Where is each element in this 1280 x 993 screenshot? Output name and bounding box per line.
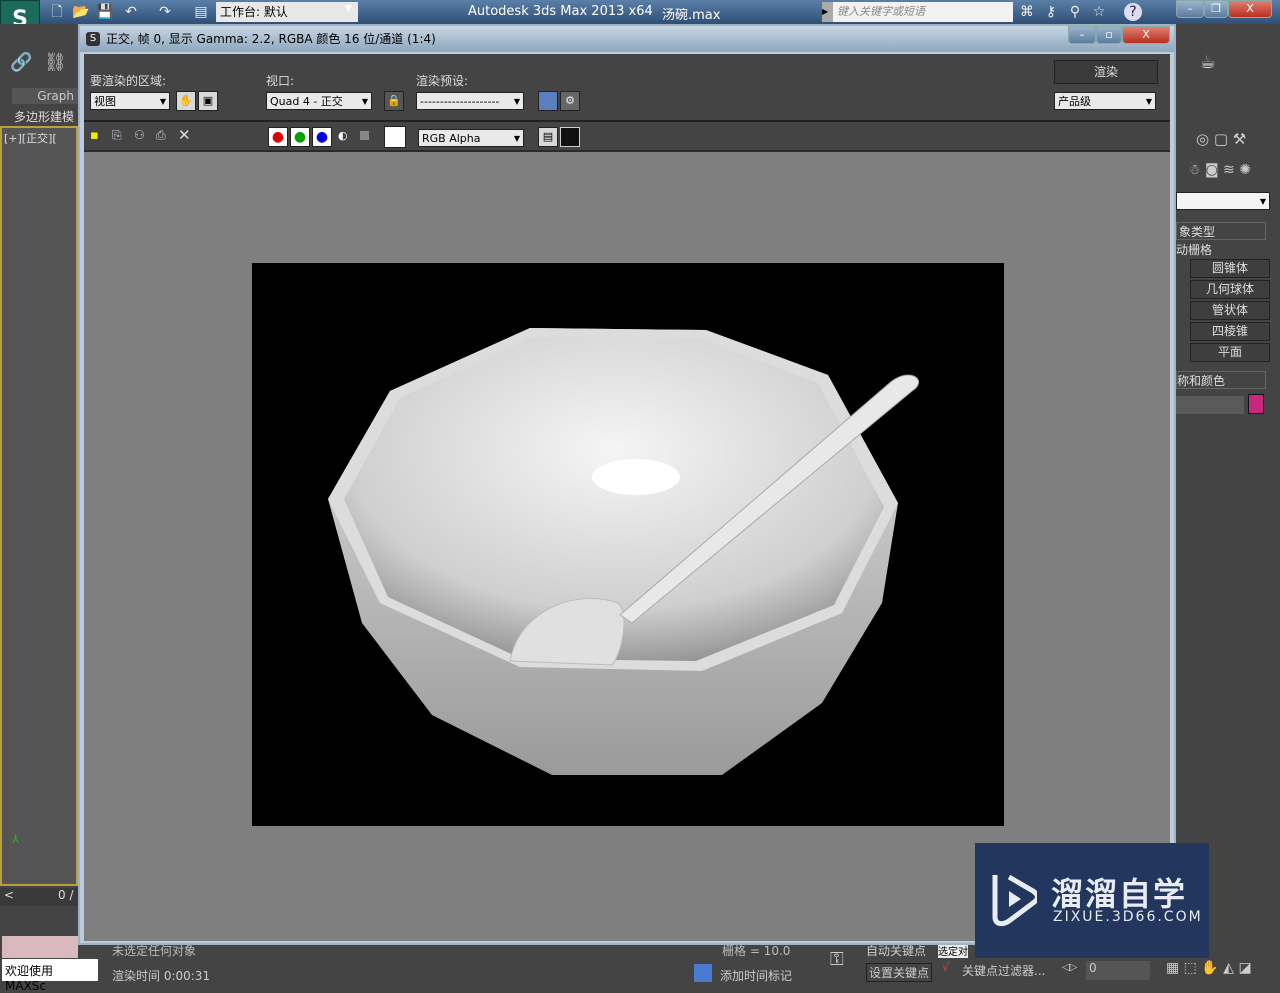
alpha-channel-icon[interactable]: ◐ — [338, 129, 348, 142]
tube-button[interactable]: 管状体 — [1190, 301, 1270, 320]
object-color-swatch[interactable] — [1248, 394, 1264, 414]
search-input[interactable]: 键入关键字或短语 — [833, 2, 1013, 22]
star-icon[interactable]: ☆ — [1090, 3, 1108, 21]
display-icon[interactable]: ◎ ▢ ⚒ — [1196, 130, 1246, 148]
swatch[interactable] — [384, 126, 406, 148]
auto-region-icon[interactable]: ▣ — [198, 91, 218, 111]
autogrid-label[interactable]: 动栅格 — [1176, 241, 1212, 258]
status-bar: 未选定任何对象 渲染时间 0:00:31 添加时间标记 栅格 = 10.0 ⚿ … — [100, 943, 975, 984]
maximize-button[interactable]: ❐ — [1204, 0, 1228, 18]
go-to-frame-icon[interactable]: ◁▷ — [1062, 962, 1077, 973]
command-panel: ☕ ◎ ▢ ⚒ ☃ ◙ ≋ ✺ 象类型 动栅格 圆锥体 几何球体 管状体 四棱锥… — [1176, 40, 1280, 940]
unlink-icon[interactable]: ⛓ — [44, 52, 67, 73]
axis-gizmo-icon: ⅄ — [12, 832, 20, 846]
set-key-button[interactable]: 设置关键点 — [866, 963, 933, 982]
render-window-title: 正交, 帧 0, 显示 Gamma: 2.2, RGBA 颜色 16 位/通道 … — [80, 26, 1174, 52]
key-filters-button[interactable]: 关键点过滤器... — [962, 962, 1045, 979]
binoculars-icon[interactable]: ⌘ — [1018, 3, 1036, 21]
copy-image-icon[interactable]: ⎘ — [112, 128, 122, 143]
lock-icon[interactable]: 🔒 — [384, 91, 404, 111]
quality-dropdown[interactable]: 产品级 — [1054, 92, 1156, 111]
workspace-dropdown[interactable]: 工作台: 默认 — [216, 2, 358, 22]
curve-editor-icon[interactable]: √ — [942, 960, 950, 974]
area-label: 要渲染的区域: — [90, 74, 167, 88]
redo-icon[interactable]: ↷ — [156, 3, 174, 21]
link-icon[interactable]: 🔗 — [10, 52, 32, 73]
clone-window-icon[interactable]: ⚇ — [134, 128, 145, 142]
environment-icon[interactable]: ⚙ — [560, 91, 580, 111]
satellite-icon[interactable]: ⚲ — [1066, 3, 1084, 21]
render-setup-icon[interactable] — [538, 91, 558, 111]
play-logo-icon — [992, 874, 1037, 927]
red-channel-toggle[interactable]: ● — [268, 127, 288, 147]
area-dropdown[interactable]: 视图 — [90, 92, 170, 111]
monochrome-icon[interactable] — [360, 131, 369, 140]
object-type-rollout[interactable]: 象类型 — [1176, 222, 1266, 240]
close-button[interactable]: X — [1228, 0, 1272, 18]
clear-icon[interactable]: ✕ — [178, 126, 191, 144]
save-image-icon[interactable]: ▪ — [90, 128, 99, 143]
frame-input[interactable]: 0 — [1086, 961, 1150, 980]
minimize-button[interactable]: – — [1176, 0, 1204, 18]
render-minimize-button[interactable]: – — [1068, 26, 1096, 44]
viewport-dropdown[interactable]: Quad 4 - 正交 — [266, 92, 372, 111]
blue-channel-toggle[interactable]: ● — [312, 127, 332, 147]
key-icon[interactable]: ⚷ — [1042, 3, 1060, 21]
category-dropdown[interactable] — [1176, 192, 1270, 211]
app-title: Autodesk 3ds Max 2013 x64 — [468, 4, 653, 19]
edit-region-icon[interactable]: ✋ — [176, 91, 196, 111]
key-mode-dropdown[interactable]: 选定对 — [938, 943, 968, 958]
render-time: 渲染时间 0:00:31 — [112, 969, 211, 983]
render-close-button[interactable]: X — [1122, 26, 1170, 44]
watermark-url: ZIXUE.3D66.COM — [1053, 909, 1203, 925]
graphite-tab[interactable]: Graph — [12, 88, 78, 104]
cone-button[interactable]: 圆锥体 — [1190, 259, 1270, 278]
time-slider[interactable]: <0 / — [0, 888, 78, 906]
preset-label: 渲染预设: — [416, 74, 469, 88]
maxscript-listener[interactable] — [2, 936, 78, 958]
app-icon: S — [86, 32, 100, 46]
object-name-input[interactable] — [1176, 396, 1244, 414]
left-panel: 🔗 ⛓ Graph 多边形建模 [+][正交][ ⅄ <0 / 欢迎使用 MAX… — [0, 24, 98, 993]
file-name: 汤碗.max — [662, 8, 721, 23]
toggle-ui-overlay-icon[interactable]: ▤ — [538, 127, 558, 147]
help-icon[interactable]: ? — [1124, 3, 1142, 21]
viewport-label: 视口: — [266, 74, 295, 88]
bowl-and-spoon-render — [328, 328, 919, 775]
rendered-frame-window: 正交, 帧 0, 显示 Gamma: 2.2, RGBA 颜色 16 位/通道 … — [78, 24, 1176, 945]
geosphere-button[interactable]: 几何球体 — [1190, 280, 1270, 299]
teapot-render-icon[interactable]: ☕ — [1200, 52, 1216, 73]
time-tag-icon[interactable] — [694, 964, 712, 982]
render-button[interactable]: 渲染 — [1054, 60, 1158, 84]
add-time-tag-button[interactable]: 添加时间标记 — [720, 967, 792, 984]
polygon-modeling-tab[interactable]: 多边形建模 — [14, 108, 74, 125]
search-expand-icon[interactable]: ▶ — [822, 2, 833, 22]
new-file-icon[interactable]: 🗋 — [48, 3, 66, 21]
project-icon[interactable]: ▤ — [192, 3, 210, 21]
name-color-rollout[interactable]: 称和颜色 — [1176, 371, 1266, 389]
plane-button[interactable]: 平面 — [1190, 343, 1270, 362]
render-window-title-text: 正交, 帧 0, 显示 Gamma: 2.2, RGBA 颜色 16 位/通道 … — [106, 32, 436, 46]
channel-dropdown[interactable]: RGB Alpha — [418, 129, 524, 148]
toggle-ui-icon[interactable] — [560, 127, 580, 147]
systems-icons[interactable]: ☃ ◙ ≋ ✺ — [1188, 162, 1251, 178]
watermark: 溜溜自学 ZIXUE.3D66.COM — [975, 843, 1209, 958]
pyramid-button[interactable]: 四棱锥 — [1190, 322, 1270, 341]
animation-controls: √ 关键点过滤器... ◁▷ 0 ▦ ⬚ ✋ ◭ ◪ — [940, 960, 1280, 983]
render-canvas — [84, 150, 1170, 941]
render-window-body: 要渲染的区域: 视图 ✋ ▣ 视口: Quad 4 - 正交 🔒 渲染预设: -… — [84, 54, 1170, 941]
print-icon[interactable]: ⎙ — [156, 128, 166, 143]
rendered-image — [252, 263, 1004, 826]
undo-icon[interactable]: ↶ — [122, 3, 140, 21]
open-file-icon[interactable]: 📂 — [72, 3, 90, 21]
chevron-down-icon[interactable]: ▼ — [345, 4, 352, 14]
viewport-label[interactable]: [+][正交][ — [4, 130, 57, 146]
key-icon[interactable]: ⚿ — [830, 949, 844, 970]
maxscript-mini-listener[interactable]: 欢迎使用 MAXSc — [2, 959, 98, 993]
save-icon[interactable]: 💾 — [96, 3, 114, 21]
preset-dropdown[interactable]: -------------------- — [416, 92, 524, 111]
green-channel-toggle[interactable]: ● — [290, 127, 310, 147]
viewport-nav-icons[interactable]: ▦ ⬚ ✋ ◭ ◪ — [1166, 960, 1252, 976]
render-maximize-button[interactable]: ▫ — [1096, 26, 1122, 44]
